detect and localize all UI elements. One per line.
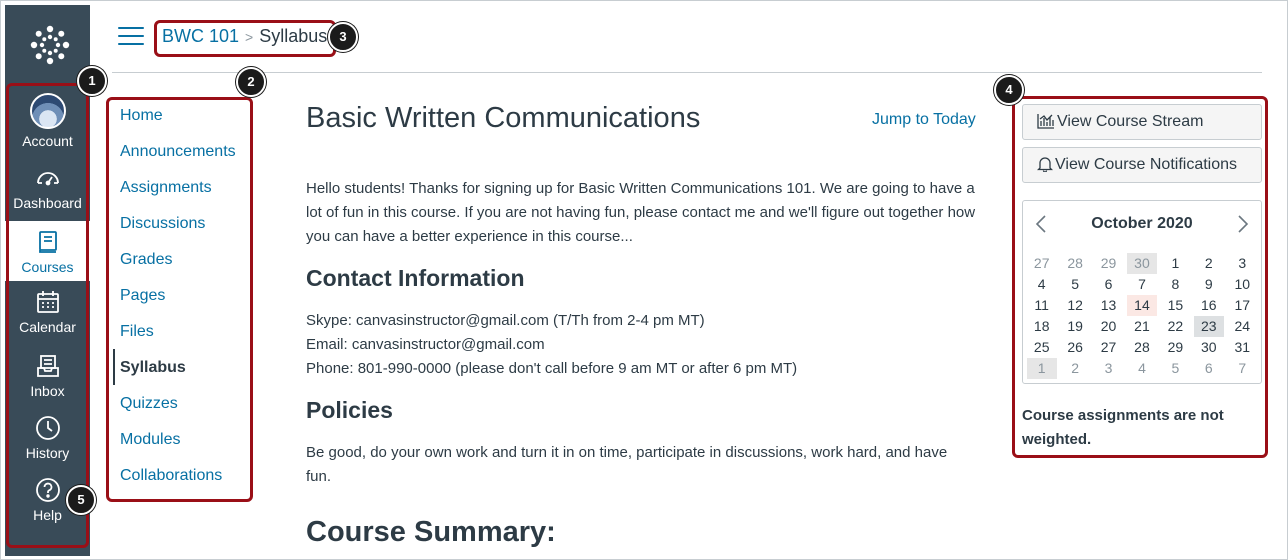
canvas-logo-icon[interactable]: [28, 23, 72, 67]
annotation-box-global-nav: [6, 83, 89, 548]
annotation-badge: 5: [66, 485, 96, 515]
course-menu-toggle[interactable]: [118, 27, 144, 47]
course-summary-heading: Course Summary:: [306, 516, 556, 548]
policies-heading: Policies: [306, 397, 393, 423]
contact-line: Phone: 801-990-0000 (please don't call b…: [306, 360, 798, 377]
syllabus-intro: Hello students! Thanks for signing up fo…: [306, 180, 976, 245]
annotation-box-breadcrumb: [154, 20, 336, 57]
header-divider: [112, 72, 1262, 73]
policies-text: Be good, do your own work and turn it in…: [306, 444, 948, 485]
contact-line: Email: canvasinstructor@gmail.com: [306, 336, 545, 353]
annotation-badge: 2: [236, 67, 266, 97]
page-title: Basic Written Communications: [306, 102, 701, 134]
annotation-box-course-nav: [106, 97, 253, 502]
annotation-badge: 4: [994, 75, 1024, 105]
hamburger-icon: [118, 27, 144, 29]
jump-to-today-link[interactable]: Jump to Today: [872, 111, 976, 129]
contact-line: Skype: canvasinstructor@gmail.com (T/Th …: [306, 312, 705, 329]
annotation-badge: 3: [328, 22, 358, 52]
annotation-badge: 1: [77, 66, 107, 96]
contact-heading: Contact Information: [306, 265, 525, 291]
annotation-box-sidebar: [1012, 96, 1268, 458]
